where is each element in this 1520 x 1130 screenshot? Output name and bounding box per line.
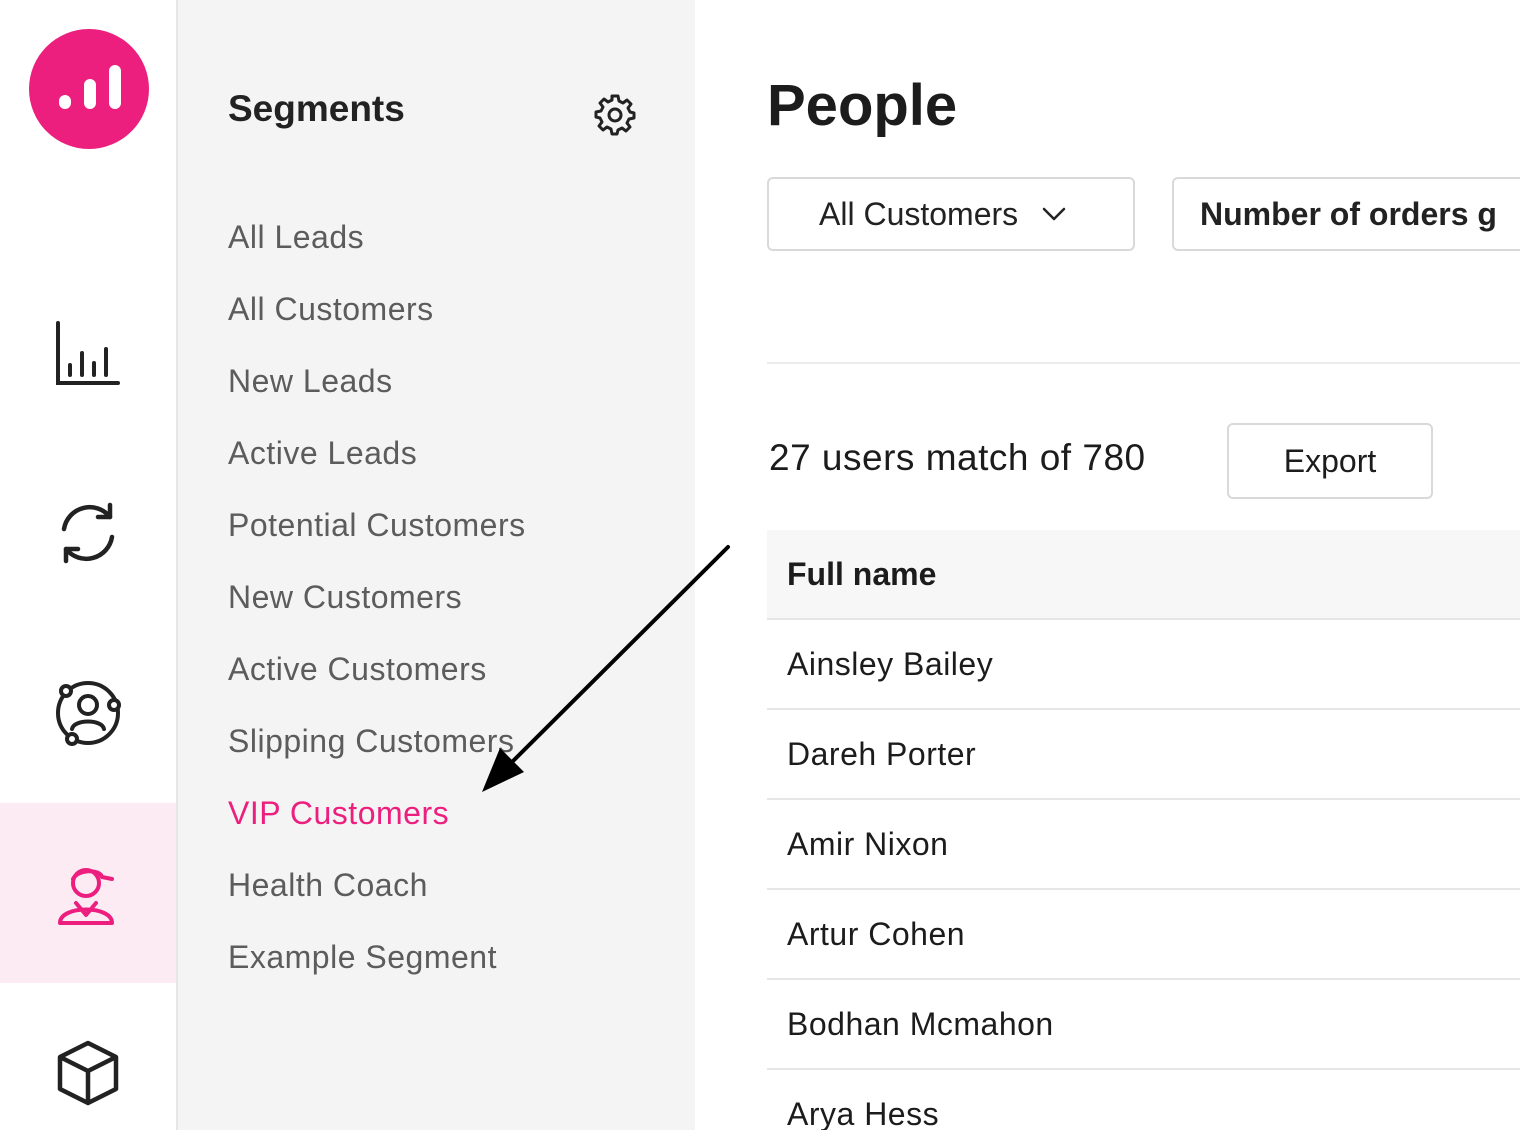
table-row[interactable]: Ainsley Bailey — [767, 620, 1520, 710]
bar-chart-logo-icon — [59, 65, 121, 109]
chevron-down-icon — [1042, 207, 1066, 221]
table-row[interactable]: Dareh Porter — [767, 710, 1520, 800]
people-table: Full name Ainsley Bailey Dareh Porter Am… — [767, 530, 1520, 1130]
people-icon — [58, 868, 114, 925]
table-row[interactable]: Artur Cohen — [767, 890, 1520, 980]
segment-item[interactable]: All Leads — [228, 210, 526, 282]
segment-select[interactable]: All Customers — [767, 177, 1135, 251]
condition-filter[interactable]: Number of orders g — [1172, 177, 1520, 251]
nav-products[interactable] — [0, 983, 176, 1130]
segment-list: All Leads All Customers New Leads Active… — [228, 210, 526, 1002]
main-content: People All Customers Number of orders g … — [695, 0, 1520, 1130]
condition-filter-label: Number of orders g — [1200, 195, 1497, 232]
match-count: 27 users match of 780 — [769, 437, 1146, 478]
export-button[interactable]: Export — [1227, 423, 1433, 499]
box-icon — [57, 1040, 119, 1106]
segment-item[interactable]: Example Segment — [228, 930, 526, 1002]
icon-rail — [0, 0, 178, 1130]
page-title: People — [767, 73, 958, 138]
segment-item[interactable]: Health Coach — [228, 858, 526, 930]
table-row[interactable]: Amir Nixon — [767, 800, 1520, 890]
nav-sync[interactable] — [0, 443, 176, 623]
gear-icon[interactable] — [592, 92, 638, 138]
nav-contacts[interactable] — [0, 623, 176, 803]
segment-item[interactable]: Active Customers — [228, 642, 526, 714]
column-header-full-name[interactable]: Full name — [767, 530, 1520, 620]
segment-item[interactable]: New Leads — [228, 354, 526, 426]
segments-title: Segments — [228, 88, 405, 129]
table-row[interactable]: Arya Hess — [767, 1070, 1520, 1130]
segment-item[interactable]: Active Leads — [228, 426, 526, 498]
segment-item[interactable]: All Customers — [228, 282, 526, 354]
nav-people[interactable] — [0, 803, 176, 983]
table-row[interactable]: Bodhan Mcmahon — [767, 980, 1520, 1070]
segments-panel: Segments All Leads All Customers New Lea… — [178, 0, 695, 1130]
sync-icon — [61, 502, 115, 564]
segment-item-vip-customers[interactable]: VIP Customers — [228, 786, 526, 858]
segment-item[interactable]: New Customers — [228, 570, 526, 642]
analytics-icon — [56, 321, 120, 385]
app-logo[interactable] — [29, 29, 149, 149]
divider — [767, 362, 1520, 364]
segment-item[interactable]: Potential Customers — [228, 498, 526, 570]
contacts-icon — [56, 681, 121, 746]
nav-analytics[interactable] — [0, 263, 176, 443]
segment-item[interactable]: Slipping Customers — [228, 714, 526, 786]
segment-select-value: All Customers — [819, 195, 1019, 232]
